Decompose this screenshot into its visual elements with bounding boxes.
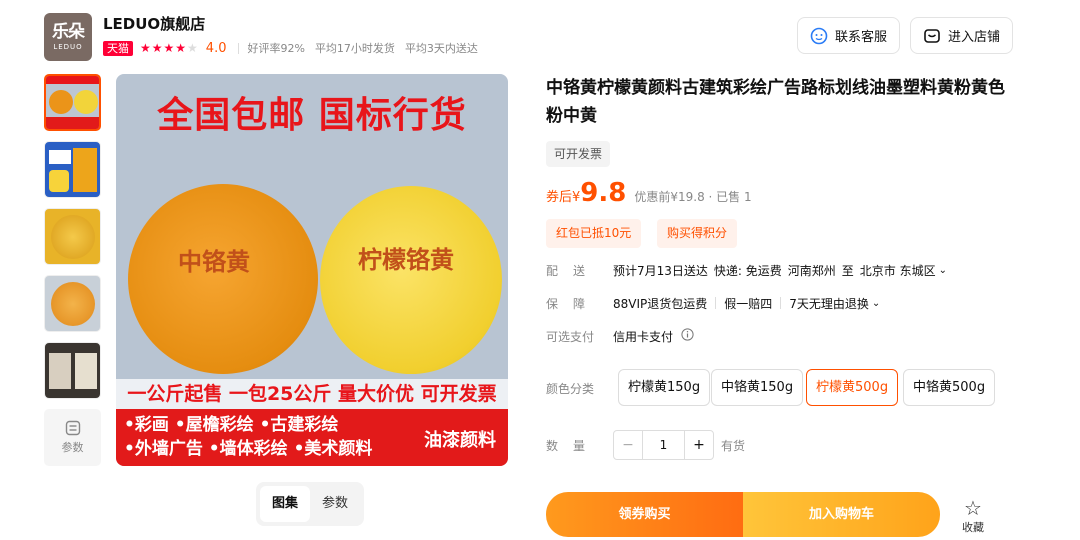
shop-name[interactable]: LEDUO旗舰店: [103, 13, 205, 34]
thumb-bag: [49, 353, 71, 389]
main-product-image[interactable]: 全国包邮 国标行货 中铬黄 柠檬铬黄 一公斤起售 一包25公斤 量大价优 可开发…: [116, 74, 508, 466]
guarantee-item[interactable]: 7天无理由退换: [789, 295, 869, 312]
guarantee-item: 88VIP退货包运费: [613, 296, 708, 311]
thumb-plate: [51, 282, 95, 326]
rating-stars: ★★★★★: [140, 41, 199, 55]
quantity-stepper: − 1 +: [613, 430, 714, 460]
guarantee-row: 保障 88VIP退货包运费 假一赔四 7天无理由退换 ⌄: [546, 293, 880, 313]
store-icon: [923, 27, 941, 45]
price-label: 券后¥: [546, 190, 581, 205]
thumbnail-list: 参数: [44, 74, 102, 466]
delivery-row: 配送 预计7月13日送达 快递: 免运费 河南郑州 至 北京市 东城区 ⌄: [546, 260, 947, 280]
ship-time: 平均17小时发货: [314, 42, 395, 55]
delivery-eta: 预计7月13日送达: [613, 263, 708, 278]
sku-option[interactable]: 中铬黄500g: [903, 369, 996, 406]
divider: [715, 297, 717, 309]
deliver-time: 平均3天内送达: [404, 42, 478, 55]
favorite-button[interactable]: ☆ 收藏: [954, 497, 992, 535]
params-thumb-label: 参数: [61, 441, 84, 454]
enter-store-label: 进入店铺: [948, 30, 1001, 45]
yellow-powder-plate: [320, 186, 502, 374]
payment-label: 可选支付: [546, 329, 595, 344]
tab-params[interactable]: 参数: [310, 486, 360, 522]
delivery-from: 河南郑州: [787, 263, 836, 278]
orange-powder-plate: [128, 184, 318, 374]
payment-value: 信用卡支付: [613, 329, 674, 344]
params-icon: [65, 420, 80, 436]
thumb-powder: [73, 148, 97, 192]
thumb-plate: [51, 215, 95, 259]
chevron-down-icon[interactable]: ⌄: [939, 265, 947, 276]
invoice-tag: 可开发票: [546, 141, 611, 167]
thumb-banner: [46, 76, 99, 84]
thumb-text-block: [49, 150, 71, 164]
sku-option[interactable]: 中铬黄150g: [711, 369, 804, 406]
add-to-cart-button[interactable]: 加入购物车: [743, 492, 940, 537]
product-title: 中铬黄柠檬黄颜料古建筑彩绘广告路标划线油墨塑料黄粉黄色粉中黄: [546, 78, 1005, 126]
thumb-bucket: [49, 170, 69, 192]
shop-logo-text: 乐朵: [52, 22, 85, 42]
payment-row: 可选支付 信用卡支付: [546, 326, 694, 346]
contact-service-label: 联系客服: [835, 30, 888, 45]
thumbnail-3[interactable]: [44, 208, 101, 265]
image-headline: 全国包邮 国标行货: [157, 95, 467, 136]
good-rate: 好评率92%: [247, 42, 305, 55]
price-row: 券后¥ 9.8 优惠前¥19.8 · 已售 1: [546, 178, 752, 208]
price-value: 9.8: [580, 178, 627, 208]
thumbnail-4[interactable]: [44, 275, 101, 332]
color-label: 颜色分类: [546, 381, 595, 396]
thumb-plate: [74, 90, 98, 114]
thumbnail-2[interactable]: [44, 141, 101, 198]
divider: [238, 42, 240, 54]
delivery-to-word: 至: [841, 263, 854, 278]
thumb-plate: [49, 90, 73, 114]
star-icon: ☆: [964, 496, 982, 520]
bottom-right-text: 油漆颜料: [424, 430, 496, 451]
delivery-fee: 快递: 免运费: [713, 263, 782, 278]
sku-option-selected[interactable]: 柠檬黄500g: [806, 369, 899, 406]
price-original: 优惠前¥19.8 · 已售 1: [634, 190, 752, 204]
left-powder-label: 中铬黄: [178, 248, 250, 276]
thumbnail-1[interactable]: [44, 74, 101, 131]
product-page: 乐朵 LEDUO LEDUO旗舰店 天猫 ★★★★★ 4.0 好评率92% 平均…: [0, 0, 1080, 540]
right-powder-label: 柠檬铬黄: [358, 246, 454, 274]
stock-status: 有货: [721, 439, 746, 453]
shop-logo[interactable]: 乐朵 LEDUO: [44, 13, 92, 61]
promo-points[interactable]: 购买得积分: [657, 219, 738, 248]
shop-meta: 天猫 ★★★★★ 4.0 好评率92% 平均17小时发货 平均3天内送达: [103, 40, 488, 56]
shop-rating: 4.0: [205, 40, 227, 56]
divider: [780, 297, 782, 309]
image-bottom-band: •彩画 •屋檐彩绘 •古建彩绘 •外墙广告 •墙体彩绘 •美术颜料 油漆颜料: [116, 409, 508, 466]
sku-option[interactable]: 柠檬黄150g: [618, 369, 711, 406]
thumb-footer: [46, 117, 99, 129]
increase-button[interactable]: +: [685, 431, 713, 459]
decrease-button[interactable]: −: [614, 431, 642, 459]
info-icon[interactable]: [681, 328, 694, 344]
tmall-badge: 天猫: [103, 40, 133, 56]
thumb-bag: [75, 353, 97, 389]
image-strip-text: 一公斤起售 一包25公斤 量大价优 可开发票: [116, 379, 508, 409]
guarantee-label: 保障: [546, 296, 601, 311]
chevron-down-icon[interactable]: ⌄: [872, 298, 880, 309]
quantity-input[interactable]: 1: [642, 431, 685, 459]
gallery-tabs: 图集 参数: [256, 482, 365, 526]
shop-logo-sub: LEDUO: [53, 43, 83, 51]
customer-service-icon: [810, 27, 828, 45]
favorite-label: 收藏: [962, 521, 984, 534]
delivery-label: 配送: [546, 263, 601, 278]
coupon-buy-button[interactable]: 领券购买: [546, 492, 743, 537]
thumbnail-params[interactable]: 参数: [44, 409, 101, 466]
promo-redpacket[interactable]: 红包已抵10元: [546, 219, 642, 248]
color-label-row: 颜色分类: [546, 378, 613, 398]
tab-gallery[interactable]: 图集: [260, 486, 311, 522]
delivery-destination[interactable]: 北京市 东城区: [860, 262, 936, 279]
thumbnail-5[interactable]: [44, 342, 101, 399]
guarantee-item: 假一赔四: [724, 296, 773, 311]
quantity-label: 数量: [546, 439, 601, 453]
enter-store-button[interactable]: 进入店铺: [910, 17, 1014, 54]
contact-service-button[interactable]: 联系客服: [797, 17, 901, 54]
